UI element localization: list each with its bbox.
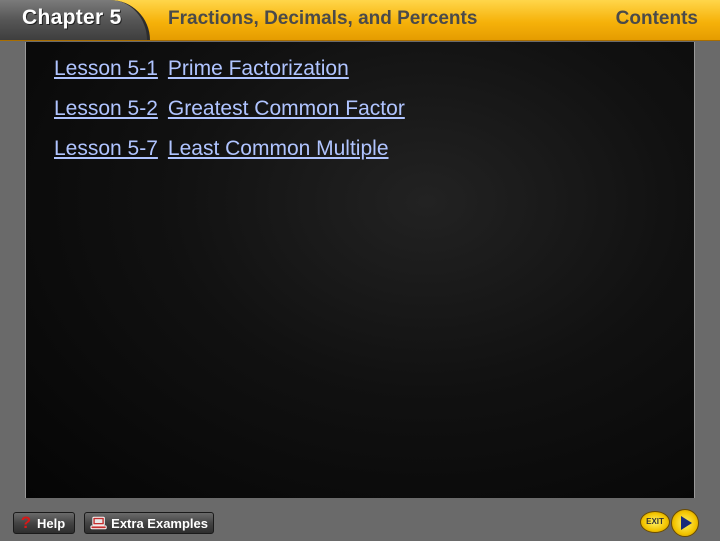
help-button[interactable]: ? Help [13, 512, 75, 534]
unit-title: Fractions, Decimals, and Percents [168, 8, 478, 29]
lesson-number[interactable]: Lesson 5-2 [54, 95, 158, 123]
lesson-link-5-1[interactable]: Lesson 5-1 Prime Factorization [54, 55, 405, 95]
footer-bar: ? Help Extra Examples [0, 500, 720, 540]
contents-button[interactable]: Contents [616, 8, 698, 30]
main-panel: Lesson 5-1 Prime Factorization Lesson 5-2… [25, 42, 695, 498]
play-arrow-icon [681, 516, 692, 530]
lesson-number[interactable]: Lesson 5-1 [54, 55, 158, 83]
lesson-link-5-2[interactable]: Lesson 5-2 Greatest Common Factor [54, 95, 405, 135]
lesson-number[interactable]: Lesson 5-7 [54, 135, 158, 163]
computer-icon [90, 516, 107, 530]
question-mark-icon: ? [20, 513, 32, 532]
extra-examples-label: Extra Examples [111, 515, 208, 531]
exit-label: EXIT [646, 517, 664, 526]
next-button[interactable] [671, 509, 699, 537]
help-button-label: Help [37, 515, 66, 531]
header-bar: Chapter 5 Fractions, Decimals, and Perce… [0, 0, 720, 41]
extra-examples-button[interactable]: Extra Examples [84, 512, 214, 534]
chapter-title: Chapter 5 [22, 6, 122, 29]
chapter-tab: Chapter 5 [0, 0, 150, 40]
lesson-list: Lesson 5-1 Prime Factorization Lesson 5-2… [54, 55, 405, 175]
lesson-title[interactable]: Greatest Common Factor [168, 97, 405, 120]
lesson-link-5-7[interactable]: Lesson 5-7 Least Common Multiple [54, 135, 405, 175]
exit-button[interactable]: EXIT [640, 511, 670, 533]
lesson-title[interactable]: Least Common Multiple [168, 137, 389, 160]
lesson-title[interactable]: Prime Factorization [168, 57, 349, 80]
